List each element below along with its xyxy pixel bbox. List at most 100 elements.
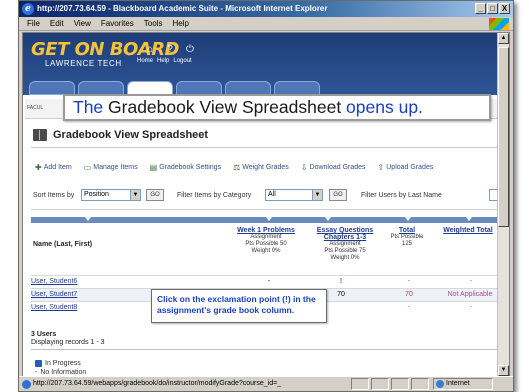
manage-items-button[interactable]: ▭ Manage Items bbox=[84, 163, 138, 172]
needs-grading-exclamation[interactable]: ! bbox=[331, 276, 351, 288]
title-bar: e http://207.73.64.59 - Blackboard Acade… bbox=[19, 1, 513, 17]
weighted-total-cell: - bbox=[469, 304, 473, 311]
upload-grades-button[interactable]: ⇧ Upload Grades bbox=[378, 163, 434, 172]
upload-grades-label: Upload Grades bbox=[386, 164, 434, 171]
instruction-callout-top: The Gradebook View Spreadsheet opens up. bbox=[63, 94, 491, 121]
close-button[interactable]: X bbox=[499, 3, 510, 14]
student-name-link[interactable]: User, Student6 bbox=[31, 276, 77, 288]
window-title: http://207.73.64.59 - Blackboard Academi… bbox=[37, 4, 328, 13]
home-link[interactable]: Home bbox=[137, 58, 153, 64]
records-displayed: Displaying records 1 - 3 bbox=[31, 339, 105, 346]
scroll-down-icon[interactable]: ▼ bbox=[498, 365, 509, 376]
scroll-thumb[interactable] bbox=[498, 47, 509, 227]
menu-help[interactable]: Help bbox=[172, 17, 188, 30]
minimize-button[interactable]: _ bbox=[475, 3, 486, 14]
name-column-header[interactable]: Name (Last, First) bbox=[33, 241, 92, 248]
legend-in-progress: In Progress bbox=[45, 360, 81, 367]
help-icon[interactable]: ? bbox=[163, 45, 177, 55]
column-type-essay: Assignment bbox=[329, 241, 361, 247]
column-header-weighted-total: Weighted Total bbox=[435, 227, 501, 234]
users-count: 3 Users bbox=[31, 331, 57, 338]
tab-4[interactable] bbox=[176, 81, 222, 95]
gradebook-settings-button[interactable]: ▤ Gradebook Settings bbox=[150, 163, 221, 172]
tab-5[interactable] bbox=[225, 81, 271, 95]
logout-icon[interactable]: ⏻ bbox=[183, 45, 197, 55]
divider bbox=[31, 349, 501, 350]
total-cell: 70 bbox=[405, 291, 413, 298]
tab-2[interactable] bbox=[78, 81, 124, 95]
sort-go-button[interactable]: GO bbox=[146, 189, 164, 201]
column-menu-icon[interactable] bbox=[325, 217, 331, 221]
zone-label: Internet bbox=[446, 380, 470, 387]
chevron-down-icon: ▼ bbox=[130, 190, 140, 200]
table-row: User, Student6 - ! - - bbox=[31, 275, 501, 288]
upload-icon: ⇧ bbox=[377, 163, 385, 172]
grid-header-strip bbox=[31, 217, 501, 223]
title-divider bbox=[31, 147, 503, 148]
callout-top-part2: Gradebook View Spreadsheet bbox=[103, 97, 347, 117]
page-icon bbox=[22, 380, 31, 389]
column-title-weighted-total[interactable]: Weighted Total bbox=[435, 227, 501, 234]
sort-select-value: Position bbox=[84, 191, 109, 198]
category-select[interactable]: All ▼ bbox=[265, 189, 323, 201]
total-cell: - bbox=[407, 278, 411, 285]
column-type-week1: Assignment bbox=[250, 234, 282, 240]
menu-edit[interactable]: Edit bbox=[50, 17, 64, 30]
tab-3[interactable] bbox=[127, 81, 173, 95]
site-logo-subtitle: LAWRENCE TECH bbox=[45, 59, 122, 68]
student-name-link[interactable]: User, Student7 bbox=[31, 289, 77, 301]
security-zone: Internet bbox=[433, 378, 493, 390]
column-menu-icon[interactable] bbox=[266, 217, 272, 221]
status-legend: In Progress - No Information bbox=[35, 359, 86, 376]
status-url: http://207.73.64.59/webapps/gradebook/do… bbox=[33, 380, 282, 387]
scroll-up-icon[interactable]: ▲ bbox=[498, 33, 509, 44]
column-header-total: Total Pts Possible 125 bbox=[385, 227, 429, 248]
menu-view[interactable]: View bbox=[74, 17, 91, 30]
category-go-button[interactable]: GO bbox=[329, 189, 347, 201]
download-grades-label: Download Grades bbox=[309, 164, 366, 171]
student-name-link[interactable]: User, Student8 bbox=[31, 302, 77, 314]
column-menu-icon[interactable] bbox=[405, 217, 411, 221]
tab-6[interactable] bbox=[274, 81, 320, 95]
weight-icon: ⚖ bbox=[233, 163, 241, 172]
dash-icon: - bbox=[35, 369, 38, 376]
total-cell: - bbox=[407, 304, 411, 311]
weighted-total-cell: - bbox=[469, 278, 473, 285]
column-title-essay[interactable]: Essay Questions Chapters 1-3 bbox=[301, 227, 389, 241]
menu-tools[interactable]: Tools bbox=[144, 17, 163, 30]
download-grades-button[interactable]: ⇩ Download Grades bbox=[301, 163, 366, 172]
filter-bar: Sort Items by Position ▼ GO Filter Items … bbox=[29, 188, 509, 204]
chevron-down-icon: ▼ bbox=[312, 190, 322, 200]
column-menu-icon[interactable] bbox=[466, 217, 472, 221]
menu-file[interactable]: File bbox=[27, 17, 40, 30]
add-item-button[interactable]: ✚ Add Item bbox=[35, 163, 72, 172]
maximize-button[interactable]: □ bbox=[487, 3, 498, 14]
menu-favorites[interactable]: Favorites bbox=[101, 17, 134, 30]
help-link[interactable]: Help bbox=[157, 58, 169, 64]
page-title: Gradebook View Spreadsheet bbox=[53, 129, 209, 141]
callout-top-part1: The bbox=[73, 97, 104, 117]
menu-bar: File Edit View Favorites Tools Help bbox=[19, 17, 513, 31]
column-header-week1: Week 1 Problems Assignment Pts Possible … bbox=[231, 227, 301, 255]
grade-cell[interactable]: 70 bbox=[331, 289, 351, 301]
browser-window: e http://207.73.64.59 - Blackboard Acade… bbox=[18, 0, 514, 392]
category-filter-label: Filter Items by Category bbox=[177, 192, 252, 199]
user-filter-label: Filter Users by Last Name bbox=[361, 192, 442, 199]
tab-1[interactable] bbox=[29, 81, 75, 95]
divider bbox=[31, 209, 503, 210]
book-icon bbox=[33, 129, 47, 141]
manage-items-label: Manage Items bbox=[93, 164, 138, 171]
vertical-scrollbar[interactable]: ▲ ▼ bbox=[497, 33, 509, 376]
column-title-week1[interactable]: Week 1 Problems bbox=[231, 227, 301, 234]
weight-grades-button[interactable]: ⚖ Weight Grades bbox=[233, 163, 289, 172]
list-icon: ▭ bbox=[83, 163, 92, 172]
column-title-total[interactable]: Total bbox=[385, 227, 429, 234]
home-icon[interactable]: ⌂ bbox=[143, 45, 157, 55]
instruction-callout-bottom: Click on the exclamation point (!) in th… bbox=[151, 289, 327, 323]
grade-cell[interactable]: - bbox=[259, 276, 279, 288]
column-menu-icon[interactable] bbox=[85, 217, 91, 221]
logout-link[interactable]: Logout bbox=[173, 58, 191, 64]
sort-select[interactable]: Position ▼ bbox=[81, 189, 141, 201]
column-possible-week1: Pts Possible 50 bbox=[245, 241, 287, 247]
sort-label: Sort Items by bbox=[33, 192, 75, 199]
